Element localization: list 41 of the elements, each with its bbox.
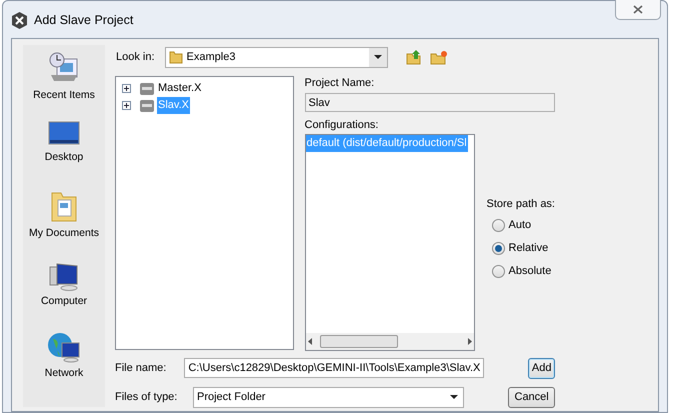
store-path-label: Store path as: bbox=[486, 198, 555, 210]
add-button[interactable]: Add bbox=[528, 358, 555, 378]
project-name-label: Project Name: bbox=[304, 76, 376, 90]
look-in-dropdown[interactable]: Example3 bbox=[164, 46, 388, 68]
cancel-button[interactable]: Cancel bbox=[508, 386, 555, 408]
folder-icon bbox=[168, 50, 183, 64]
sidebar-item[interactable]: Computer bbox=[40, 261, 88, 331]
caret-icon bbox=[374, 55, 382, 59]
computer-icon bbox=[48, 261, 80, 291]
up-folder-icon[interactable] bbox=[406, 49, 422, 65]
file-name-label: File name: bbox=[115, 361, 166, 375]
file-name-field[interactable]: C:\Users\c12829\Desktop\GEMINI-II\Tools\Example3\Slav.X bbox=[184, 358, 484, 378]
scroll-right-icon[interactable] bbox=[468, 338, 472, 345]
monitor-icon bbox=[48, 121, 80, 147]
new-folder-icon[interactable] bbox=[430, 50, 448, 64]
radio-option[interactable]: Absolute bbox=[486, 260, 552, 282]
radio-option[interactable]: Auto bbox=[486, 214, 532, 236]
horizontal-scrollbar[interactable] bbox=[306, 333, 474, 350]
expand-icon[interactable] bbox=[122, 84, 131, 93]
sidebar-item[interactable]: My Documents bbox=[28, 191, 100, 261]
project-icon bbox=[139, 98, 155, 112]
sidebar-item[interactable]: Network bbox=[44, 331, 84, 401]
caret-icon bbox=[450, 395, 458, 399]
close-button[interactable] bbox=[615, 0, 661, 20]
tree-item[interactable]: Master.X bbox=[157, 80, 202, 97]
folder-icon bbox=[50, 191, 78, 223]
radio-option[interactable]: Relative bbox=[486, 236, 548, 260]
sidebar-item[interactable]: Desktop bbox=[44, 121, 84, 191]
network-icon bbox=[46, 331, 81, 363]
scroll-left-icon[interactable] bbox=[308, 338, 312, 345]
file-type-dropdown[interactable]: Project Folder bbox=[193, 386, 464, 408]
configurations-label: Configurations: bbox=[304, 118, 380, 132]
close-icon bbox=[633, 5, 643, 14]
file-type-label: Files of type: bbox=[115, 390, 175, 404]
window-title: Add Slave Project bbox=[34, 12, 134, 29]
project-name-field[interactable]: Slav bbox=[304, 93, 555, 112]
expand-icon[interactable] bbox=[122, 101, 131, 110]
look-in-label: Look in: bbox=[116, 50, 155, 64]
app-icon bbox=[11, 12, 28, 28]
sidebar-item[interactable]: Recent Items bbox=[33, 51, 95, 121]
project-icon bbox=[139, 82, 155, 96]
